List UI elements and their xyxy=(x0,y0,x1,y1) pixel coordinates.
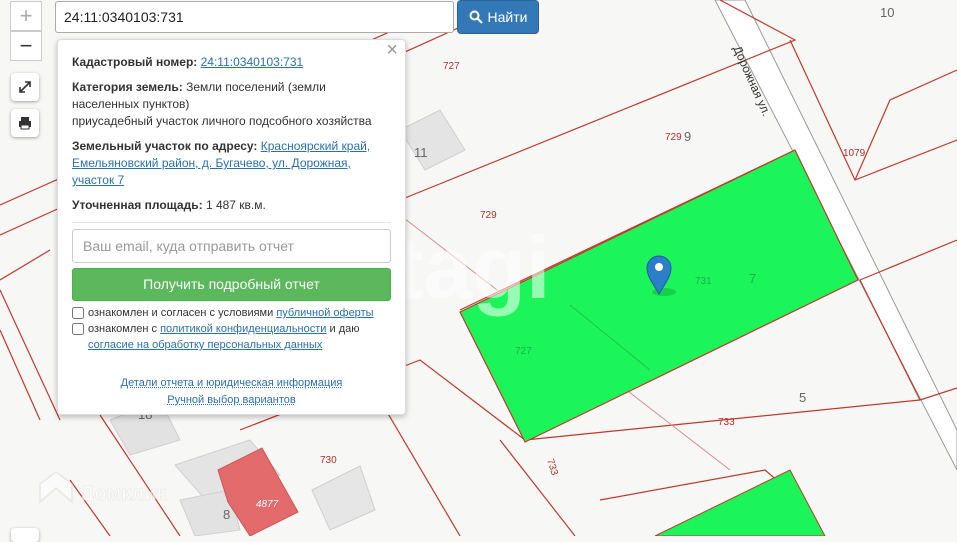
zoom-out-button[interactable]: − xyxy=(10,31,42,61)
offer-consent: ознакомлен и согласен с условиями публич… xyxy=(72,305,391,321)
parcel-number: 727 xyxy=(443,61,460,72)
house-number: 7 xyxy=(749,271,756,286)
category-use: приусадебный участок личного подсобного … xyxy=(72,114,372,128)
house-number: 10 xyxy=(880,5,894,20)
print-button[interactable] xyxy=(11,109,39,137)
parcel-number: 729 xyxy=(665,132,682,143)
parcel-info-popup: × Кадастровый номер: 24:11:0340103:731 К… xyxy=(57,39,406,415)
privacy-policy-link[interactable]: политикой конфиденциальности xyxy=(160,323,326,335)
cadastral-number-link[interactable]: 24:11:0340103:731 xyxy=(201,55,304,69)
footer-links: Детали отчета и юридическая информация Р… xyxy=(72,375,391,409)
personal-data-consent-link[interactable]: согласие на обработку персональных данны… xyxy=(88,339,322,351)
parcel-number: 733 xyxy=(718,417,735,428)
privacy-consent: ознакомлен с политикой конфиденциальност… xyxy=(72,321,391,353)
parcel-number: 729 xyxy=(480,210,497,221)
area-value: 1 487 кв.м. xyxy=(205,198,266,212)
cadastral-search-input[interactable] xyxy=(55,1,454,33)
print-icon xyxy=(19,117,31,130)
svg-text:Домклик: Домклик xyxy=(80,483,167,505)
search-icon xyxy=(469,10,483,24)
zoom-in-button[interactable]: + xyxy=(10,1,42,31)
address-row: Земельный участок по адресу: Красноярски… xyxy=(72,138,391,189)
area-label: Уточненная площадь: xyxy=(72,198,203,212)
manual-selection-link[interactable]: Ручной выбор вариантов xyxy=(167,394,295,406)
category-row: Категория земель: Земли поселений (земли… xyxy=(72,79,391,130)
privacy-consent-checkbox[interactable] xyxy=(72,323,84,335)
map-control-button[interactable] xyxy=(11,528,39,542)
offer-consent-text: ознакомлен и согласен с условиями публич… xyxy=(88,307,374,319)
parcel-number: 4877 xyxy=(256,499,279,510)
report-details-link[interactable]: Детали отчета и юридическая информация xyxy=(121,377,343,389)
find-button-label: Найти xyxy=(487,9,528,25)
fullscreen-icon xyxy=(19,81,31,93)
parcel-number: 1079 xyxy=(843,148,866,159)
cadastral-label: Кадастровый номер: xyxy=(72,55,198,69)
divider xyxy=(72,222,391,223)
public-offer-link[interactable]: публичной оферты xyxy=(276,307,373,319)
cadastral-row: Кадастровый номер: 24:11:0340103:731 xyxy=(72,54,391,71)
house-number: 11 xyxy=(414,145,428,160)
house-number: 9 xyxy=(684,129,691,144)
category-label: Категория земель: xyxy=(72,80,183,94)
get-report-button[interactable]: Получить подробный отчет xyxy=(72,268,391,301)
close-icon[interactable]: × xyxy=(386,40,398,60)
find-button[interactable]: Найти xyxy=(457,0,539,34)
address-label: Земельный участок по адресу: xyxy=(72,139,258,153)
parcel-number: 730 xyxy=(320,455,337,466)
house-number: 5 xyxy=(799,390,806,405)
privacy-consent-text: ознакомлен с политикой конфиденциальност… xyxy=(88,323,360,351)
area-row: Уточненная площадь: 1 487 кв.м. xyxy=(72,197,391,214)
parcel-number: 731 xyxy=(695,276,712,287)
email-field[interactable] xyxy=(72,229,391,263)
fullscreen-button[interactable] xyxy=(11,73,39,101)
offer-consent-checkbox[interactable] xyxy=(72,307,84,319)
parcel-number: 727 xyxy=(515,346,532,357)
house-number: 8 xyxy=(223,507,230,522)
